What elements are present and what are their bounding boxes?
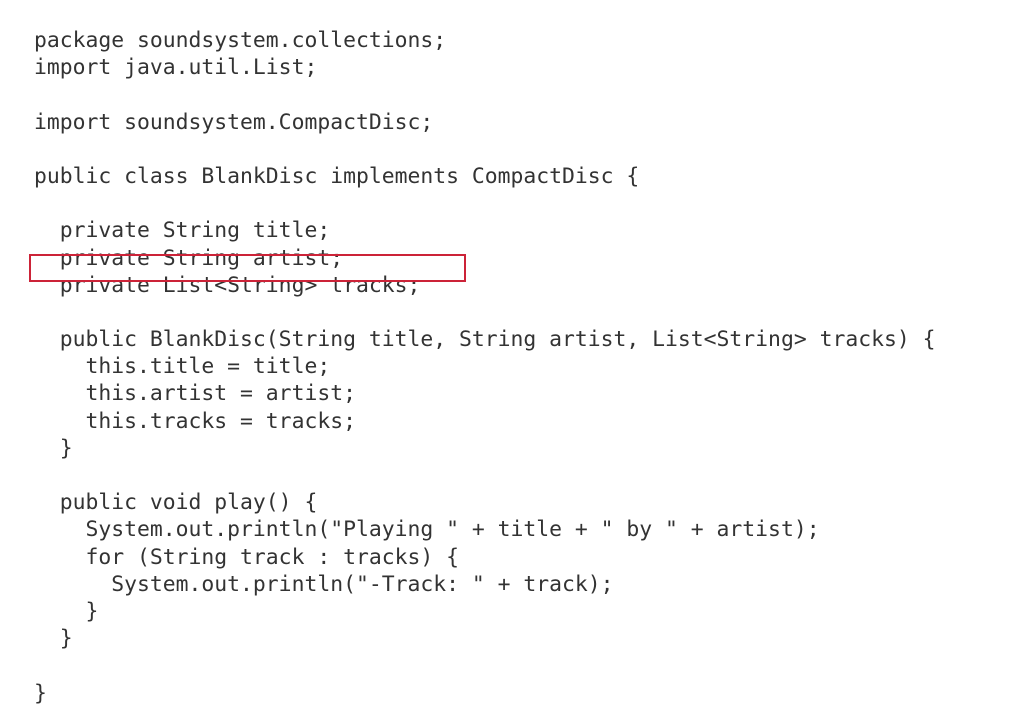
code-line: this.artist = artist; [34,381,356,407]
code-line: private String title; [34,218,331,244]
code-line: import java.util.List; [34,55,318,81]
code-line: private String artist; [34,245,344,271]
code-line: public class BlankDisc implements Compac… [34,163,640,189]
code-line: } [34,680,47,706]
code-line: System.out.println("Playing " + title + … [34,517,820,543]
code-line: System.out.println("-Track: " + track); [34,571,614,597]
code-line: import soundsystem.CompactDisc; [34,109,434,135]
code-line: } [34,626,73,652]
code-line: public BlankDisc(String title, String ar… [34,327,936,353]
code-line: this.tracks = tracks; [34,408,356,434]
code-line: package soundsystem.collections; [34,28,447,53]
code-line: } [34,598,99,624]
java-source-listing[interactable]: package soundsystem.collections; import j… [34,27,935,707]
code-screenshot-surface: package soundsystem.collections; import j… [0,0,1014,706]
code-line: for (String track : tracks) { [34,544,459,570]
code-line: private List<String> tracks; [34,272,421,298]
code-line: } [34,435,73,461]
code-line: this.title = title; [34,354,331,380]
code-line: public void play() { [34,490,318,516]
